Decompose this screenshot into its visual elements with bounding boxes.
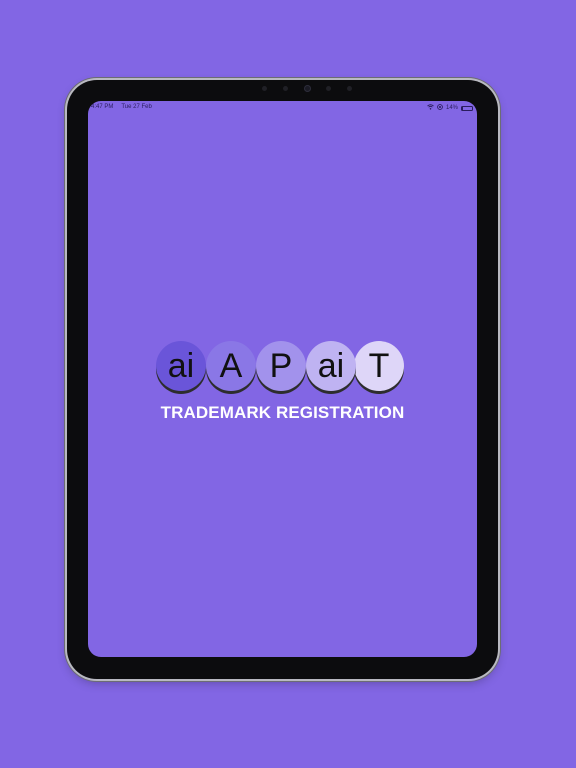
- sensor-dot: [262, 85, 267, 91]
- camera-icon: [303, 84, 311, 92]
- location-icon: [437, 104, 443, 112]
- logo-letter-circle: ai: [156, 341, 206, 391]
- status-time: 4:47 PM: [91, 104, 114, 110]
- logo-letter-circle: P: [256, 341, 306, 391]
- status-date: Tue 27 Feb: [121, 104, 152, 110]
- battery-fill: [462, 106, 464, 110]
- app-logo: ai A Pai T: [156, 341, 416, 403]
- battery-icon: [461, 105, 473, 111]
- sensor-dot: [347, 85, 352, 91]
- logo-letter-circle: A: [206, 341, 256, 391]
- logo-letter-circle: T: [354, 341, 404, 391]
- logo-letter-circle: ai: [306, 341, 356, 391]
- camera-bar: [262, 84, 352, 92]
- status-right: 14%: [427, 104, 473, 112]
- sensor-dot: [282, 85, 288, 91]
- app-tagline: TRADEMARK REGISTRATION: [160, 403, 405, 422]
- wifi-icon: [427, 104, 434, 112]
- status-bar: 4:47 PM Tue 27 Feb 14%: [88, 101, 477, 113]
- app-screen: 4:47 PM Tue 27 Feb 14% ai A P ai T TRADE…: [88, 101, 477, 657]
- sensor-dot: [326, 85, 332, 91]
- status-left: 4:47 PM Tue 27 Feb: [91, 104, 152, 110]
- page-background: 4:47 PM Tue 27 Feb 14% ai A P ai T TRADE…: [0, 0, 576, 768]
- tablet-frame: 4:47 PM Tue 27 Feb 14% ai A P ai T TRADE…: [67, 80, 498, 679]
- battery-percent: 14%: [445, 105, 458, 111]
